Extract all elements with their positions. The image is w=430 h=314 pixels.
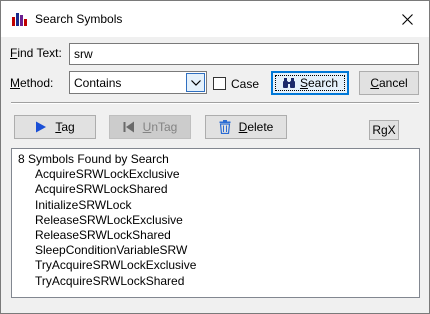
find-text-label: Find Text: [10, 46, 62, 60]
list-item[interactable]: ReleaseSRWLockShared [18, 228, 413, 243]
close-icon [401, 13, 413, 25]
list-item[interactable]: ReleaseSRWLockExclusive [18, 213, 413, 228]
chevron-down-icon [190, 79, 201, 86]
binoculars-icon [282, 78, 295, 88]
dropdown-button[interactable] [186, 73, 205, 92]
list-item[interactable]: SleepConditionVariableSRW [18, 243, 413, 258]
list-item[interactable]: TryAcquireSRWLockShared [18, 274, 413, 289]
play-arrow-icon [36, 121, 47, 133]
case-checkbox[interactable] [213, 77, 226, 90]
method-select[interactable]: Contains [69, 71, 207, 94]
back-arrow-icon [123, 121, 134, 133]
method-selected-value: Contains [74, 76, 122, 90]
untag-button-label: UnTag [142, 120, 178, 134]
trash-icon [219, 120, 231, 134]
tag-button[interactable]: Tag [14, 115, 96, 139]
bar-chart-icon [12, 13, 27, 26]
list-item[interactable]: InitializeSRWLock [18, 198, 413, 213]
search-symbols-dialog: Search Symbols Find Text: srw Method: Co… [0, 0, 430, 314]
case-label: Case [231, 77, 260, 91]
cancel-button-label: Cancel [370, 76, 408, 90]
regex-toggle-button[interactable]: RgX [369, 120, 399, 140]
tag-button-label: Tag [55, 120, 75, 134]
find-text-input[interactable]: srw [69, 43, 419, 65]
delete-button[interactable]: Delete [205, 115, 287, 139]
title-bar[interactable]: Search Symbols [1, 1, 429, 37]
search-button[interactable]: Search [271, 71, 349, 95]
method-label: Method: [10, 76, 54, 90]
list-item[interactable]: AcquireSRWLockShared [18, 182, 413, 197]
list-item[interactable]: AcquireSRWLockExclusive [18, 167, 413, 182]
window-title: Search Symbols [35, 12, 123, 26]
regex-button-label: RgX [372, 123, 396, 137]
delete-button-label: Delete [238, 120, 274, 134]
separator [11, 102, 419, 104]
untag-button[interactable]: UnTag [109, 115, 191, 139]
results-header: 8 Symbols Found by Search [18, 152, 169, 166]
results-list[interactable]: 8 Symbols Found by Search AcquireSRWLock… [11, 148, 420, 298]
cancel-button[interactable]: Cancel [359, 71, 419, 95]
list-item[interactable]: TryAcquireSRWLockExclusive [18, 258, 413, 273]
close-button[interactable] [385, 1, 429, 37]
search-button-label: Search [299, 76, 339, 90]
